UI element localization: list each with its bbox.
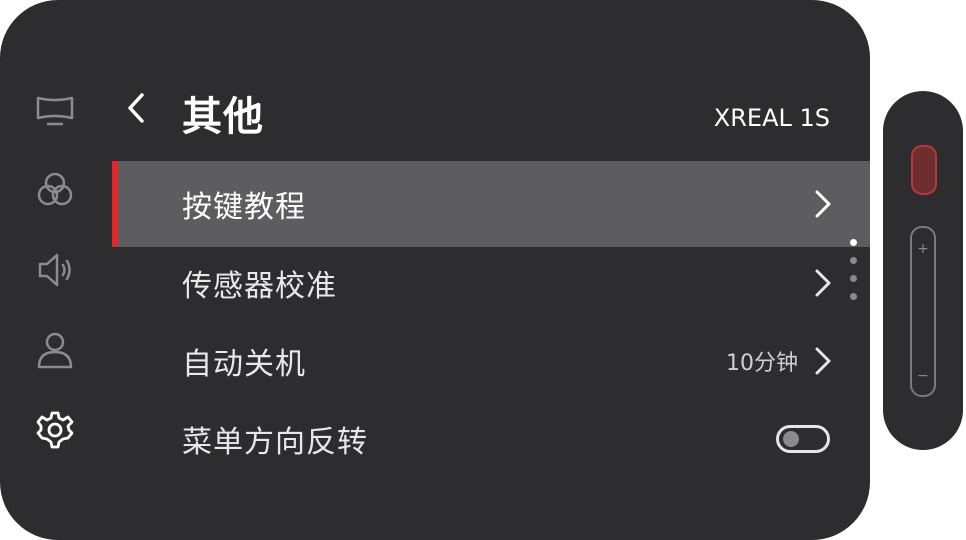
minus-label: − bbox=[917, 368, 929, 384]
settings-panel: 其他 XREAL 1S 按键教程 传感器校准 自动关机 10分钟 菜单方向反转 bbox=[0, 0, 870, 540]
scroll-dot bbox=[850, 275, 857, 282]
chevron-right-icon bbox=[815, 269, 831, 297]
back-button[interactable] bbox=[118, 88, 154, 128]
user-icon[interactable] bbox=[31, 326, 79, 374]
page-title: 其他 bbox=[182, 94, 264, 140]
device-name: XREAL 1S bbox=[713, 104, 830, 132]
gear-icon[interactable] bbox=[31, 406, 79, 454]
scroll-dot bbox=[850, 293, 857, 300]
controller-overlay: + − bbox=[883, 91, 963, 450]
selection-indicator bbox=[112, 161, 118, 247]
menu-item-label: 传感器校准 bbox=[182, 269, 337, 304]
menu-item-label: 按键教程 bbox=[182, 190, 306, 225]
controller-volume-rocker: + − bbox=[910, 226, 936, 397]
menu-item-menu-flip[interactable]: 菜单方向反转 bbox=[112, 396, 870, 482]
auto-shutdown-value: 10分钟 bbox=[726, 351, 798, 376]
chevron-right-icon bbox=[815, 347, 831, 375]
scroll-dot bbox=[850, 239, 857, 246]
chevron-left-icon bbox=[128, 93, 144, 123]
menu-item-label: 自动关机 bbox=[182, 347, 306, 382]
plus-label: + bbox=[917, 241, 929, 257]
controller-button bbox=[911, 145, 937, 195]
toggle-knob bbox=[783, 431, 799, 447]
color-circles-icon[interactable] bbox=[31, 166, 79, 214]
menu-item-auto-shutdown[interactable]: 自动关机 10分钟 bbox=[112, 318, 870, 404]
menu-item-sensor-calibration[interactable]: 传感器校准 bbox=[112, 240, 870, 326]
menu-item-label: 菜单方向反转 bbox=[182, 425, 368, 460]
scroll-dot bbox=[850, 257, 857, 264]
menu-flip-toggle[interactable] bbox=[776, 425, 830, 453]
display-icon[interactable] bbox=[31, 86, 79, 134]
chevron-right-icon bbox=[815, 190, 831, 218]
menu-item-button-tutorial[interactable]: 按键教程 bbox=[112, 161, 870, 247]
speaker-icon[interactable] bbox=[31, 246, 79, 294]
